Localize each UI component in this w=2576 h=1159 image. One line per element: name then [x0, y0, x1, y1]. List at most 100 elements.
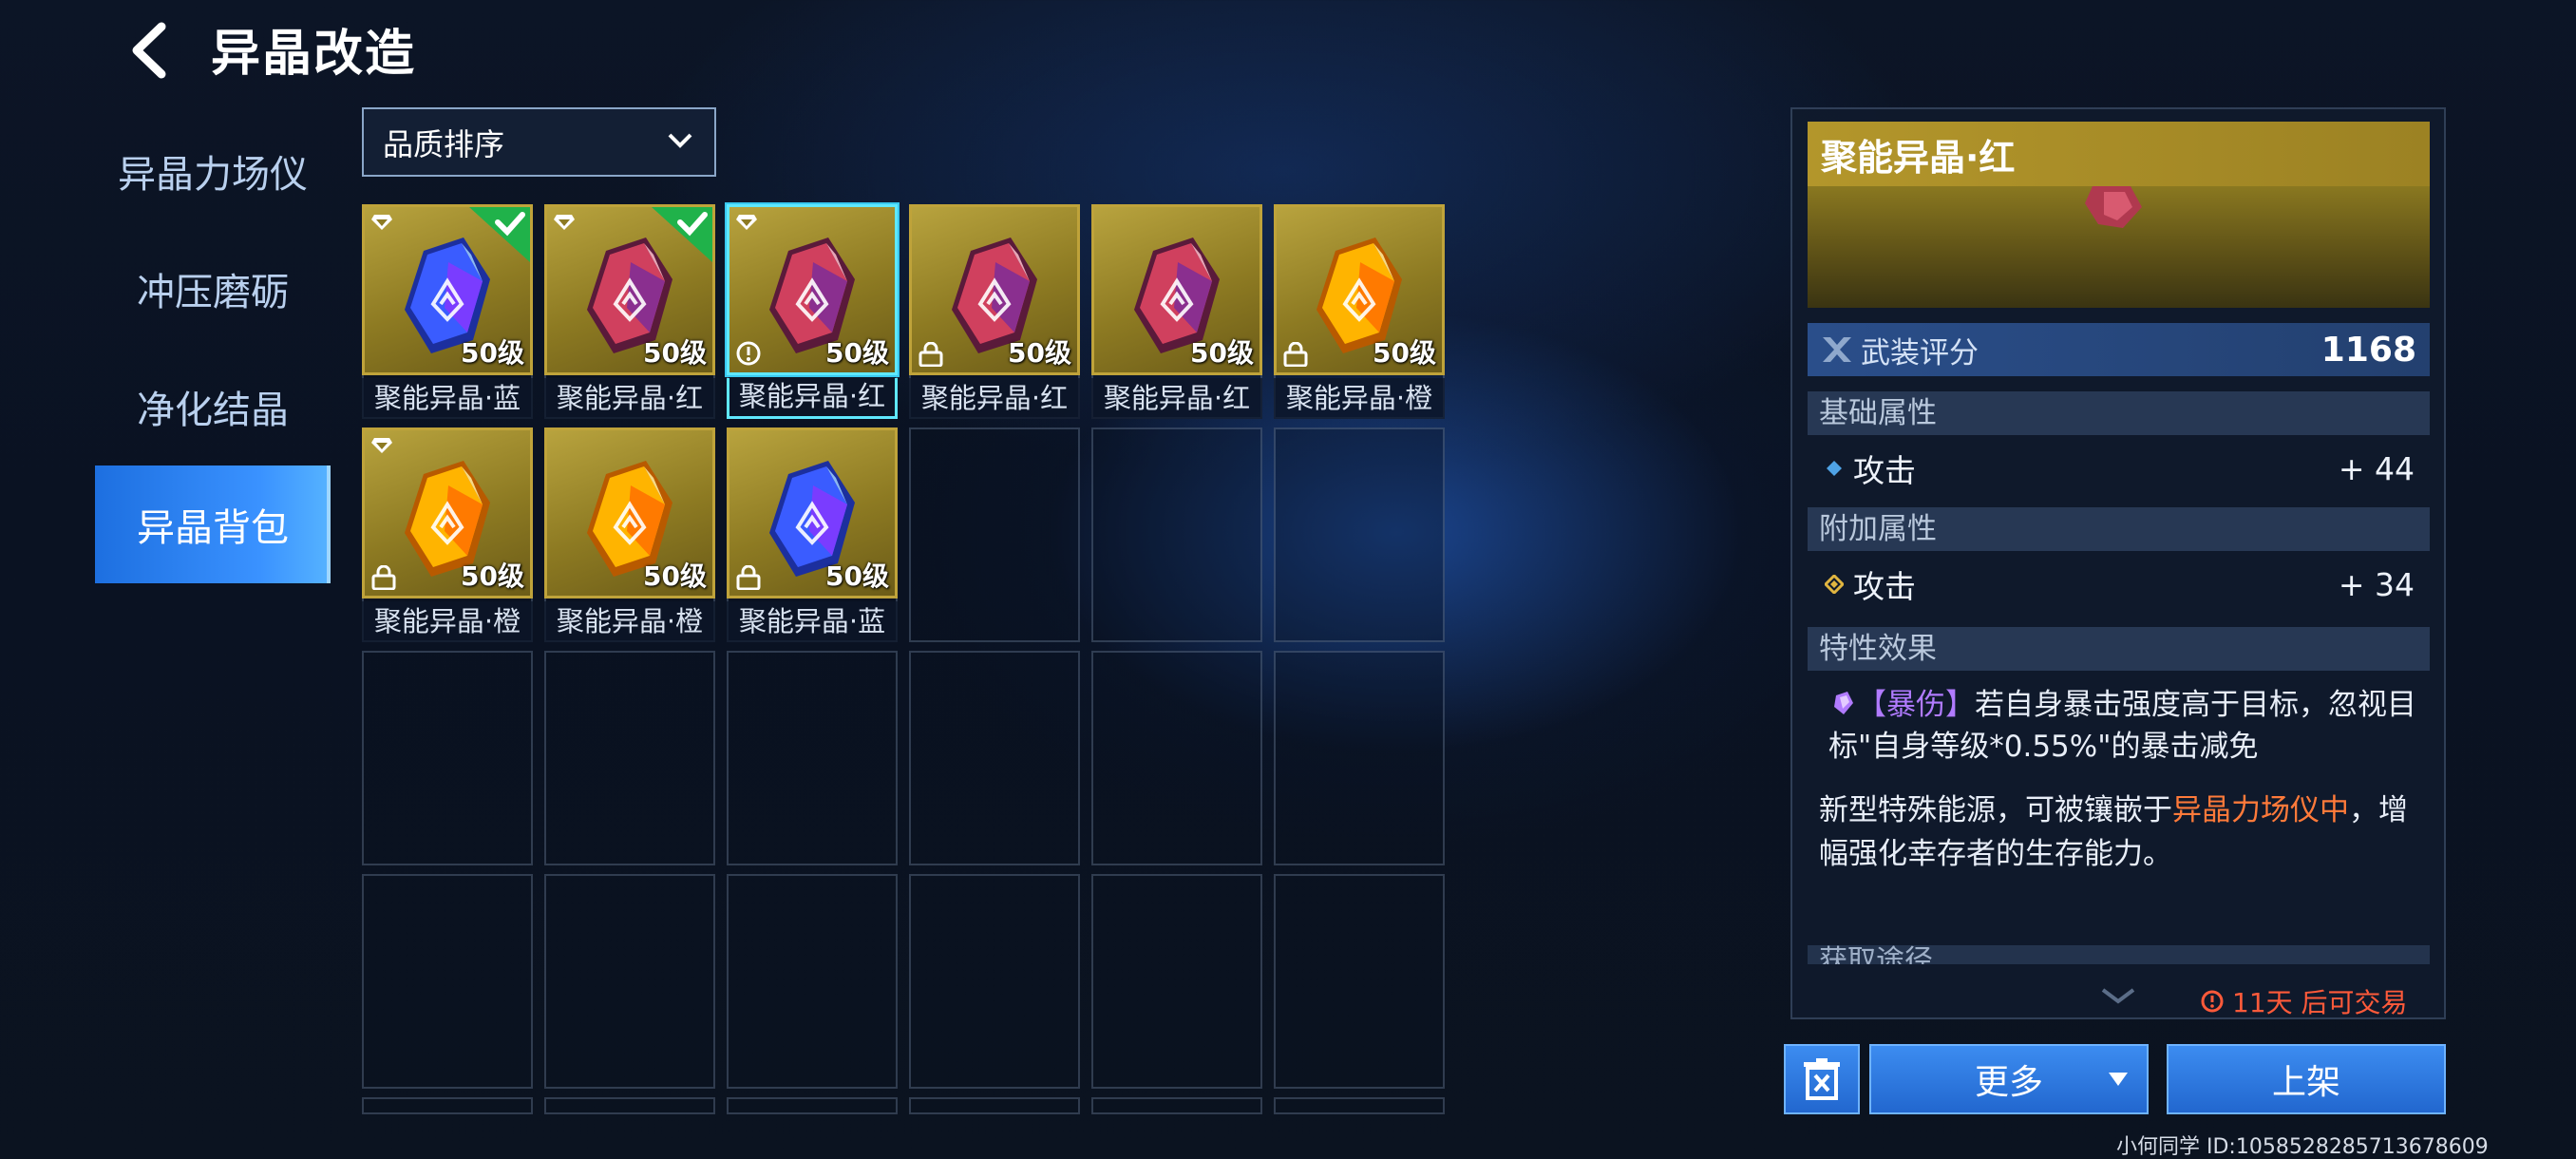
clock-warning-icon — [2201, 990, 2224, 1013]
list-for-sale-button[interactable]: 上架 — [2167, 1044, 2446, 1114]
scroll-down-icon[interactable] — [2099, 986, 2137, 1005]
item-level: 50级 — [461, 560, 524, 592]
sidebar-item-purify[interactable]: 净化结晶 — [95, 348, 331, 466]
score-value: 1168 — [2320, 330, 2416, 370]
empty-slot — [909, 651, 1080, 865]
inventory-item[interactable]: 50级 聚能异晶·橙 — [362, 428, 533, 642]
desc-highlight-link[interactable]: 异晶力场仪中 — [2172, 793, 2349, 827]
empty-slot — [1274, 428, 1445, 642]
empty-slot — [1091, 428, 1262, 642]
item-level: 50级 — [1008, 337, 1071, 369]
empty-slot — [1274, 1097, 1445, 1114]
extra-attr-value: + 34 — [2338, 565, 2415, 603]
item-card: 50级 — [544, 204, 715, 375]
item-card: 50级 — [1091, 204, 1262, 375]
item-card: 50级 — [544, 428, 715, 598]
empty-slot — [909, 428, 1080, 642]
base-attr-heading: 基础属性 — [1808, 391, 2430, 435]
purple-crystal-icon — [1834, 692, 1853, 714]
inventory-item[interactable]: 50级聚能异晶·蓝 — [727, 428, 898, 642]
empty-slot — [1091, 874, 1262, 1089]
base-attr-label: 攻击 — [1853, 452, 1916, 489]
item-card: 50级 — [362, 428, 533, 598]
item-card: 50级 — [909, 204, 1080, 375]
page-title: 异晶改造 — [211, 26, 417, 83]
score-row: 武装评分 1168 — [1808, 323, 2430, 376]
chevron-down-icon — [668, 133, 692, 148]
empty-slot — [1091, 651, 1262, 865]
equipped-check-icon — [652, 207, 712, 262]
item-name: 聚能异晶·橙 — [544, 601, 715, 642]
sort-dropdown[interactable]: 品质排序 — [362, 107, 716, 177]
delete-button[interactable] — [1784, 1044, 1860, 1114]
inventory-item[interactable]: 50级聚能异晶·蓝 — [362, 204, 533, 419]
item-card: 50级 — [727, 428, 898, 598]
back-arrow-icon — [132, 22, 166, 79]
item-name: 聚能异晶·红 — [727, 378, 898, 419]
sidebar-item-crystal-bag[interactable]: 异晶背包 — [95, 466, 331, 583]
extra-attr-heading: 附加属性 — [1808, 507, 2430, 551]
item-name: 聚能异晶·红 — [1091, 378, 1262, 419]
item-card: 50级 — [1274, 204, 1445, 375]
inventory-item[interactable]: 50级聚能异晶·红 — [544, 204, 715, 419]
red-crystal-icon — [2085, 186, 2142, 228]
lock-icon — [1283, 342, 1308, 367]
sidebar-item-stamp-grind[interactable]: 冲压磨砺 — [95, 230, 331, 348]
item-level: 50级 — [1190, 337, 1254, 369]
base-attr-value: + 44 — [2338, 449, 2415, 487]
item-name: 聚能异晶·红 — [544, 378, 715, 419]
item-level: 50级 — [825, 560, 889, 592]
item-name: 聚能异晶·红 — [909, 378, 1080, 419]
empty-slot — [727, 1097, 898, 1114]
trait-effect: 【暴伤】若自身暴击强度高于目标，忽视目标"自身等级*0.55%"的暴击减免 — [1828, 684, 2422, 768]
empty-slot — [362, 874, 533, 1089]
desc-before: 新型特殊能源，可被镶嵌于 — [1819, 793, 2172, 827]
inventory-item[interactable]: 50级 聚能异晶·橙 — [1274, 204, 1445, 419]
trait-tag: 【暴伤】 — [1857, 688, 1975, 722]
extra-attr-label: 攻击 — [1853, 568, 1916, 605]
item-name: 聚能异晶·蓝 — [727, 601, 898, 642]
user-id-label: 小何同学 ID:1058528285713678609 — [2116, 1135, 2489, 1159]
item-description: 新型特殊能源，可被镶嵌于异晶力场仪中，增幅强化幸存者的生存能力。 — [1819, 788, 2422, 876]
item-level: 50级 — [461, 337, 524, 369]
empty-slot — [909, 1097, 1080, 1114]
empty-slot — [544, 1097, 715, 1114]
base-attr-row: 攻击 + 44 — [1808, 442, 2430, 495]
empty-slot — [727, 651, 898, 865]
empty-slot — [362, 651, 533, 865]
gem-badge-icon — [371, 215, 392, 230]
item-level: 50级 — [643, 337, 707, 369]
inventory-item[interactable]: 50级 聚能异晶·橙 — [544, 428, 715, 642]
inventory-item[interactable]: 50级聚能异晶·红 — [909, 204, 1080, 419]
gem-badge-icon — [371, 438, 392, 453]
sidebar-item-force-field[interactable]: 异晶力场仪 — [95, 112, 331, 230]
item-level: 50级 — [825, 337, 889, 369]
lock-icon — [919, 342, 943, 367]
back-button[interactable] — [123, 17, 180, 84]
gem-badge-icon — [736, 215, 757, 230]
inventory-item[interactable]: 50级聚能异晶·红 — [1091, 204, 1262, 419]
source-heading: 获取途径 — [1808, 945, 2430, 964]
score-label: 武装评分 — [1861, 335, 1979, 370]
item-name: 聚能异晶·蓝 — [362, 378, 533, 419]
lock-icon — [371, 565, 396, 590]
diamond-icon — [1827, 461, 1842, 476]
inventory-item[interactable]: 50级聚能异晶·红 — [727, 204, 898, 419]
item-card: 50级 — [727, 204, 898, 375]
gold-diamond-icon — [1825, 575, 1844, 594]
empty-slot — [1274, 874, 1445, 1089]
detail-title: 聚能异晶·红 — [1808, 122, 2430, 186]
warning-clock-icon — [736, 341, 761, 366]
trash-icon — [1804, 1058, 1840, 1100]
armor-score-icon — [1823, 337, 1851, 362]
empty-slot — [544, 874, 715, 1089]
empty-slot — [1091, 1097, 1262, 1114]
extra-attr-row: 攻击 + 34 — [1808, 558, 2430, 611]
trade-countdown-text: 11天 后可交易 — [2232, 987, 2408, 1018]
equipped-check-icon — [469, 207, 530, 262]
sort-label: 品质排序 — [383, 125, 505, 162]
more-button[interactable]: 更多 — [1869, 1044, 2149, 1114]
caret-down-icon — [2109, 1073, 2128, 1086]
empty-slot — [727, 874, 898, 1089]
item-card: 50级 — [362, 204, 533, 375]
